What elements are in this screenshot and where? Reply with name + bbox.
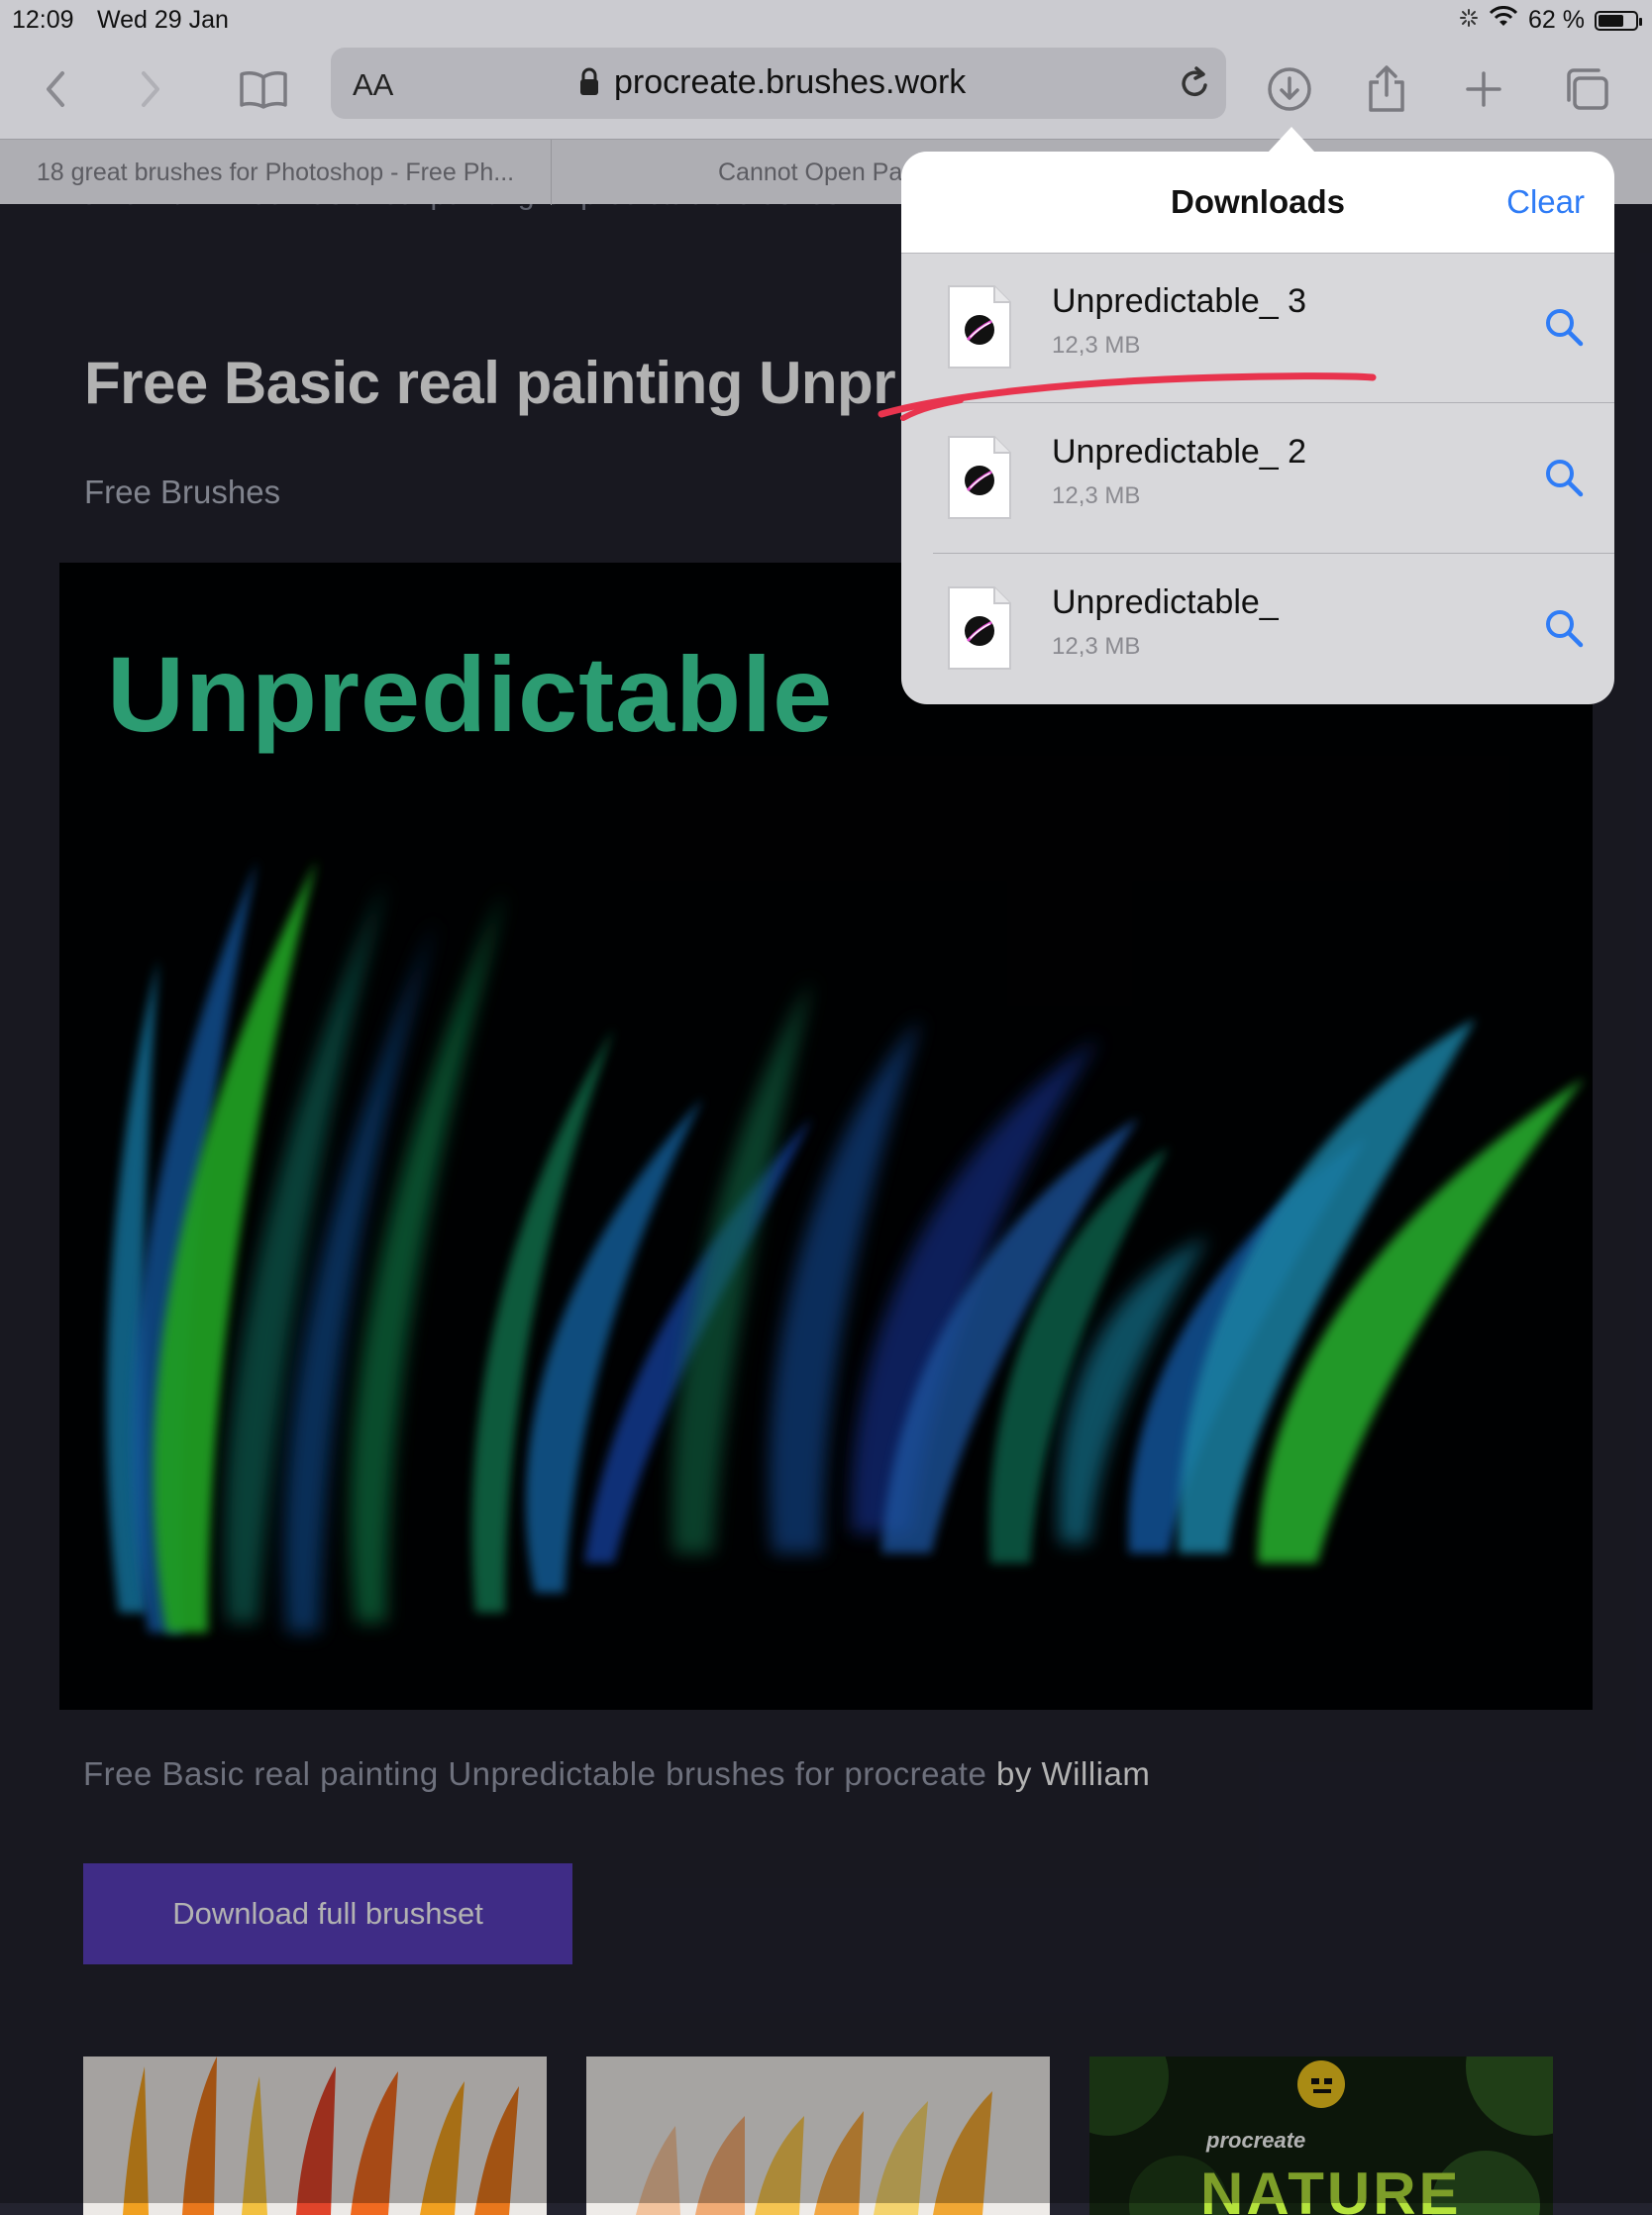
share-icon[interactable] bbox=[1359, 61, 1414, 117]
download-file-size: 12,3 MB bbox=[1052, 482, 1141, 509]
procreate-file-icon bbox=[948, 285, 1011, 369]
status-time: 12:09 bbox=[12, 6, 74, 34]
procreate-file-icon bbox=[948, 436, 1011, 519]
download-item[interactable]: Unpredictable_ 12,3 MB bbox=[901, 554, 1614, 704]
status-date: Wed 29 Jan bbox=[97, 6, 229, 34]
download-file-size: 12,3 MB bbox=[1052, 633, 1141, 660]
download-item[interactable]: Unpredictable_ 3 12,3 MB bbox=[901, 253, 1614, 403]
new-tab-icon[interactable] bbox=[1456, 61, 1511, 117]
download-file-name: Unpredictable_ 2 bbox=[1052, 433, 1307, 471]
bookmarks-icon[interactable] bbox=[236, 61, 291, 117]
lock-icon bbox=[578, 67, 600, 102]
status-bar: 12:09 Wed 29 Jan 62 % bbox=[0, 0, 1652, 40]
procreate-file-icon bbox=[948, 586, 1011, 670]
downloads-popover: Downloads Clear Unpredictable_ 3 12,3 MB… bbox=[901, 152, 1614, 704]
download-file-size: 12,3 MB bbox=[1052, 332, 1141, 359]
popover-arrow bbox=[1268, 127, 1315, 153]
download-item[interactable]: Unpredictable_ 2 12,3 MB bbox=[901, 403, 1614, 554]
back-icon[interactable] bbox=[28, 61, 83, 117]
magnifier-icon[interactable] bbox=[1543, 457, 1585, 503]
activity-spinner-icon bbox=[1459, 6, 1479, 35]
address-bar[interactable]: AA procreate.brushes.work bbox=[331, 48, 1226, 119]
magnifier-icon[interactable] bbox=[1543, 607, 1585, 654]
downloads-header: Downloads Clear bbox=[901, 152, 1614, 254]
url-text: procreate.brushes.work bbox=[614, 63, 967, 101]
magnifier-icon[interactable] bbox=[1543, 306, 1585, 353]
reload-icon[interactable] bbox=[1175, 63, 1214, 108]
downloads-icon[interactable] bbox=[1262, 61, 1317, 117]
reader-view-button[interactable]: AA bbox=[353, 67, 393, 103]
wifi-icon bbox=[1489, 6, 1518, 35]
tabs-icon[interactable] bbox=[1559, 61, 1614, 117]
forward-icon[interactable] bbox=[123, 61, 178, 117]
battery-icon bbox=[1595, 10, 1642, 31]
download-file-name: Unpredictable_ 3 bbox=[1052, 282, 1307, 320]
browser-toolbar: AA procreate.brushes.work bbox=[0, 40, 1652, 139]
download-file-name: Unpredictable_ bbox=[1052, 583, 1279, 621]
tab-photoshop-brushes[interactable]: 18 great brushes for Photoshop - Free Ph… bbox=[0, 140, 552, 205]
status-right: 62 % bbox=[1459, 6, 1642, 35]
clear-downloads-button[interactable]: Clear bbox=[1506, 183, 1585, 221]
battery-percent: 62 % bbox=[1528, 6, 1585, 34]
